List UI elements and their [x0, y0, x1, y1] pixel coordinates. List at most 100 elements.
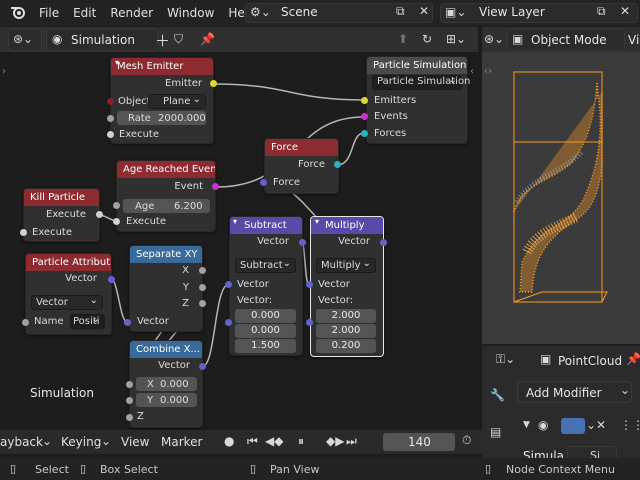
combine-y-socket[interactable] — [126, 397, 133, 404]
multiply-collapse-icon[interactable]: ▾ — [315, 217, 319, 226]
kill-execute-output-socket[interactable] — [96, 211, 103, 218]
attribute-type-value: Vector — [36, 297, 68, 308]
modifier-remove-icon[interactable]: ✕ — [596, 418, 606, 432]
play-icon[interactable]: ⏸ — [298, 434, 304, 449]
sep-vector-input-socket[interactable] — [124, 319, 131, 326]
combine-x-socket[interactable] — [126, 381, 133, 388]
particle-attribute-title: Particle Attribut — [26, 254, 111, 271]
sep-x-socket[interactable] — [199, 267, 206, 274]
subtract-title: Subtract — [230, 217, 302, 234]
events-label: Events — [374, 111, 408, 122]
kill-execute-output-label: Execute — [46, 209, 86, 220]
3d-viewport[interactable] — [482, 52, 640, 344]
event-output-socket[interactable] — [212, 183, 219, 190]
copy-view-layer-icon[interactable]: ⧉ — [597, 4, 606, 19]
view-layer-name: View Layer — [479, 5, 545, 19]
subtract-value-2[interactable]: 0.000 — [235, 324, 296, 338]
execute-label: Execute — [119, 129, 159, 140]
close-view-layer-icon[interactable]: ✕ — [620, 4, 630, 18]
properties-object-name: PointCloud — [558, 354, 623, 368]
kill-execute-input-socket[interactable] — [20, 229, 27, 236]
attribute-output-label: Vector — [65, 273, 97, 284]
object-input-socket[interactable] — [107, 98, 114, 105]
combine-x-label: X — [147, 379, 154, 390]
multiply-input2-socket[interactable] — [306, 319, 313, 326]
subtract-input2-socket[interactable] — [225, 319, 232, 326]
force-input-socket[interactable] — [260, 179, 267, 186]
execute-input-socket[interactable] — [107, 131, 114, 138]
multiply-value-2[interactable]: 2.000 — [316, 324, 376, 338]
keying-chevron-icon: ⌄ — [101, 434, 112, 448]
age-input-socket[interactable] — [113, 202, 120, 209]
pin-properties-icon[interactable]: 📌 — [626, 352, 640, 366]
viewport-header-extra[interactable]: Vi — [628, 33, 639, 47]
particle-simulation-title: Particle Simulation — [367, 57, 467, 74]
force-output-socket[interactable] — [334, 161, 341, 168]
name-value: Positi — [73, 316, 100, 327]
age-label: Age — [135, 201, 155, 212]
combine-output-socket[interactable] — [199, 363, 206, 370]
attribute-output-socket[interactable] — [108, 276, 115, 283]
modifier-drag-handle-icon[interactable]: ⋮⋮ — [620, 418, 640, 432]
rate-input-socket[interactable] — [107, 115, 114, 122]
emitters-input-socket[interactable] — [361, 97, 368, 104]
combine-z-socket[interactable] — [126, 414, 133, 421]
playback-chevron-icon: ⌄ — [42, 434, 53, 448]
multiply-input1-label: Vector — [318, 279, 350, 290]
modifier-display-toggle[interactable] — [561, 418, 585, 434]
age-reached-title: Age Reached Event — [117, 161, 215, 178]
emitters-label: Emitters — [374, 95, 417, 106]
jump-end-icon[interactable]: ⏭ — [346, 434, 357, 449]
multiply-value-1[interactable]: 2.000 — [316, 309, 376, 323]
subtract-collapse-icon[interactable]: ▾ — [233, 217, 237, 226]
subtract-value-1[interactable]: 0.000 — [235, 309, 296, 323]
sep-y-socket[interactable] — [199, 284, 206, 291]
rate-label: Rate — [128, 113, 151, 124]
subtract-input1-socket[interactable] — [225, 281, 232, 288]
multiply-input1-socket[interactable] — [306, 281, 313, 288]
mesh-emitter-output-label: Emitter — [165, 78, 202, 89]
multiply-input2-label: Vector: — [318, 295, 354, 306]
event-output-label: Event — [174, 181, 203, 192]
marker-menu[interactable]: Marker — [161, 435, 202, 449]
add-modifier-chevron-icon: ⌄ — [620, 383, 631, 397]
sep-z-socket[interactable] — [199, 300, 206, 307]
modifier-expand-icon[interactable]: ▼ — [523, 420, 530, 430]
node-collapse-icon[interactable]: ▾ — [115, 58, 119, 67]
multiply-value-3[interactable]: 0.200 — [316, 339, 376, 353]
subtract-output-label: Vector — [257, 236, 289, 247]
record-icon[interactable]: ● — [224, 434, 234, 448]
subtract-value-3[interactable]: 1.500 — [235, 339, 296, 353]
combine-x-value: 0.000 — [160, 379, 189, 390]
view-menu[interactable]: View — [121, 435, 149, 449]
viewport-type-icon[interactable]: ⊛⌄ — [484, 32, 504, 46]
keying-menu[interactable]: Keying — [61, 435, 101, 449]
kill-execute-input-label: Execute — [32, 227, 72, 238]
subtract-output-socket[interactable] — [299, 239, 306, 246]
particle-cloud — [513, 71, 608, 303]
forces-input-socket[interactable] — [361, 130, 368, 137]
modifier-dropdown-icon[interactable]: ⌄ — [586, 418, 596, 432]
multiply-output-socket[interactable] — [380, 239, 387, 246]
tools-tab-icon[interactable]: 🔧 — [490, 388, 505, 402]
viewport-panel-arrow-icon[interactable]: ‹› — [484, 66, 492, 77]
emitter-output-socket[interactable] — [210, 80, 217, 87]
next-keyframe-icon[interactable]: ◆▶ — [326, 434, 344, 448]
prev-keyframe-icon[interactable]: ◀◆ — [265, 434, 283, 448]
modifier-type-icon: ◉ — [538, 418, 549, 432]
events-input-socket[interactable] — [361, 113, 368, 120]
status-pan-view: Pan View — [270, 463, 320, 476]
clock-icon[interactable]: ⏱ — [462, 433, 471, 448]
force-output-label: Force — [297, 159, 325, 170]
object-mode-icon: ▣ — [512, 32, 524, 46]
force-input-label: Force — [273, 177, 301, 188]
render-tab-icon[interactable]: ▤ — [490, 425, 501, 439]
mesh-emitter-title: Mesh Emitter — [111, 58, 213, 75]
multiply-operation-value: Multiply — [321, 260, 361, 271]
age-execute-socket[interactable] — [113, 218, 120, 225]
jump-start-icon[interactable]: ⏮ — [247, 434, 258, 449]
playback-menu[interactable]: ayback — [0, 435, 43, 449]
properties-type-icon[interactable]: ⚿⌄ — [496, 352, 515, 367]
multiply-output-label: Vector — [338, 236, 370, 247]
name-input-socket[interactable] — [22, 319, 29, 326]
